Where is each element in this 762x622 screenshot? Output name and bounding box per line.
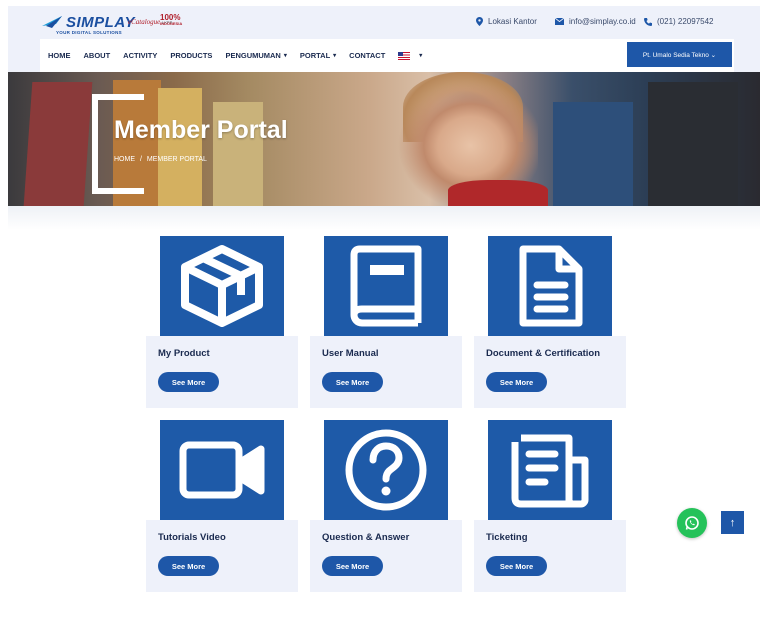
card-image[interactable] [488, 236, 612, 336]
nav-label: PRODUCTS [170, 51, 213, 60]
see-more-button[interactable]: See More [486, 556, 547, 576]
card-title: Document & Certification [486, 348, 601, 359]
card-image[interactable] [160, 420, 284, 520]
card-body: Question & Answer See More [310, 520, 462, 592]
card-title: Question & Answer [322, 532, 410, 543]
card-document-certification: Document & Certification See More [474, 236, 626, 408]
hero-image-bag [158, 88, 202, 206]
see-more-button[interactable]: See More [322, 556, 383, 576]
card-title: My Product [158, 348, 210, 359]
card-image[interactable] [488, 420, 612, 520]
book-icon [350, 245, 422, 327]
envelope-icon [555, 18, 564, 25]
chevron-down-icon: ▾ [419, 53, 423, 59]
badge-100-sub: INDONESIA [160, 21, 183, 26]
card-image[interactable] [160, 236, 284, 336]
whatsapp-chat-button[interactable] [677, 508, 707, 538]
document-icon [519, 245, 583, 327]
breadcrumb-home[interactable]: HOME [114, 156, 135, 163]
card-title: Tutorials Video [158, 532, 226, 543]
card-body: User Manual See More [310, 336, 462, 408]
hero-banner: Member Portal HOME / MEMBER PORTAL [8, 72, 760, 206]
email-label: info@simplay.co.id [569, 17, 636, 26]
nav-item-products[interactable]: PRODUCTS [170, 51, 212, 60]
brand-tagline: YOUR DIGITAL SOLUTIONS [56, 30, 122, 35]
logo-swoosh-icon [42, 16, 62, 28]
made-in-indonesia-badge: 100% INDONESIA [160, 13, 182, 26]
page: SIMPLAY YOUR DIGITAL SOLUTIONS eCatalogu… [0, 0, 762, 622]
whatsapp-icon [685, 516, 699, 530]
nav-label: PORTAL [299, 51, 331, 60]
nav-item-about[interactable]: ABOUT [84, 51, 111, 60]
card-user-manual: User Manual See More [310, 236, 462, 408]
hero-image-bag [648, 82, 738, 206]
chevron-down-icon: ▾ [333, 53, 337, 59]
nav-item-contact[interactable]: CONTACT [349, 51, 385, 60]
see-more-button[interactable]: See More [322, 372, 383, 392]
newspaper-icon [511, 434, 589, 508]
phone-link[interactable]: (021) 22097542 [644, 17, 714, 26]
breadcrumb-separator: / [139, 156, 142, 163]
nav-label: ABOUT [83, 51, 111, 60]
phone-icon [644, 17, 652, 26]
nav-item-portal[interactable]: PORTAL ▾ [300, 51, 336, 60]
card-my-product: My Product See More [146, 236, 298, 408]
office-location-link[interactable]: Lokasi Kantor [476, 17, 537, 26]
scroll-to-top-button[interactable]: ↑ [721, 511, 744, 534]
phone-label: (021) 22097542 [657, 17, 714, 26]
card-ticketing: Ticketing See More [474, 420, 626, 592]
card-body: Tutorials Video See More [146, 520, 298, 592]
us-flag-icon [398, 51, 411, 60]
card-question-answer: Question & Answer See More [310, 420, 462, 592]
see-more-button[interactable]: See More [158, 372, 219, 392]
nav-item-pengumuman[interactable]: PENGUMUMAN ▾ [225, 51, 286, 60]
card-tutorials-video: Tutorials Video See More [146, 420, 298, 592]
company-account-button[interactable]: Pt. Umalo Sedia Tekno ⌄ [627, 42, 732, 67]
nav-label: PENGUMUMAN [225, 51, 281, 60]
brand-name: SIMPLAY [66, 14, 136, 31]
card-title: User Manual [322, 348, 379, 359]
main-nav: HOME ABOUT ACTIVITY PRODUCTS PENGUMUMAN ▾… [40, 36, 734, 72]
ecatalogue-label: eCatalogue [128, 18, 161, 26]
nav-label: CONTACT [349, 51, 386, 60]
breadcrumb-current: MEMBER PORTAL [146, 156, 207, 163]
hero-shadow [8, 206, 760, 230]
email-link[interactable]: info@simplay.co.id [555, 17, 636, 26]
map-pin-icon [476, 17, 483, 26]
breadcrumb: HOME / MEMBER PORTAL [114, 156, 210, 163]
card-title: Ticketing [486, 532, 528, 543]
video-camera-icon [179, 441, 265, 499]
language-selector[interactable]: ▾ [398, 51, 423, 60]
nav-item-home[interactable]: HOME [48, 51, 71, 60]
hero-image-bag [23, 82, 93, 206]
nav-items: HOME ABOUT ACTIVITY PRODUCTS PENGUMUMAN ▾… [48, 39, 435, 72]
see-more-button[interactable]: See More [486, 372, 547, 392]
see-more-button[interactable]: See More [158, 556, 219, 576]
card-body: Ticketing See More [474, 520, 626, 592]
card-image[interactable] [324, 420, 448, 520]
page-title: Member Portal [114, 116, 288, 144]
hero-image-bag [553, 102, 633, 206]
hero-image-shirt [448, 180, 548, 206]
box-icon [181, 245, 263, 327]
nav-label: HOME [48, 51, 71, 60]
chevron-down-icon: ▾ [283, 53, 287, 59]
nav-item-activity[interactable]: ACTIVITY [123, 51, 157, 60]
card-body: Document & Certification See More [474, 336, 626, 408]
card-image[interactable] [324, 236, 448, 336]
nav-label: ACTIVITY [123, 51, 158, 60]
question-icon [345, 429, 427, 511]
card-body: My Product See More [146, 336, 298, 408]
office-location-label: Lokasi Kantor [488, 17, 537, 26]
